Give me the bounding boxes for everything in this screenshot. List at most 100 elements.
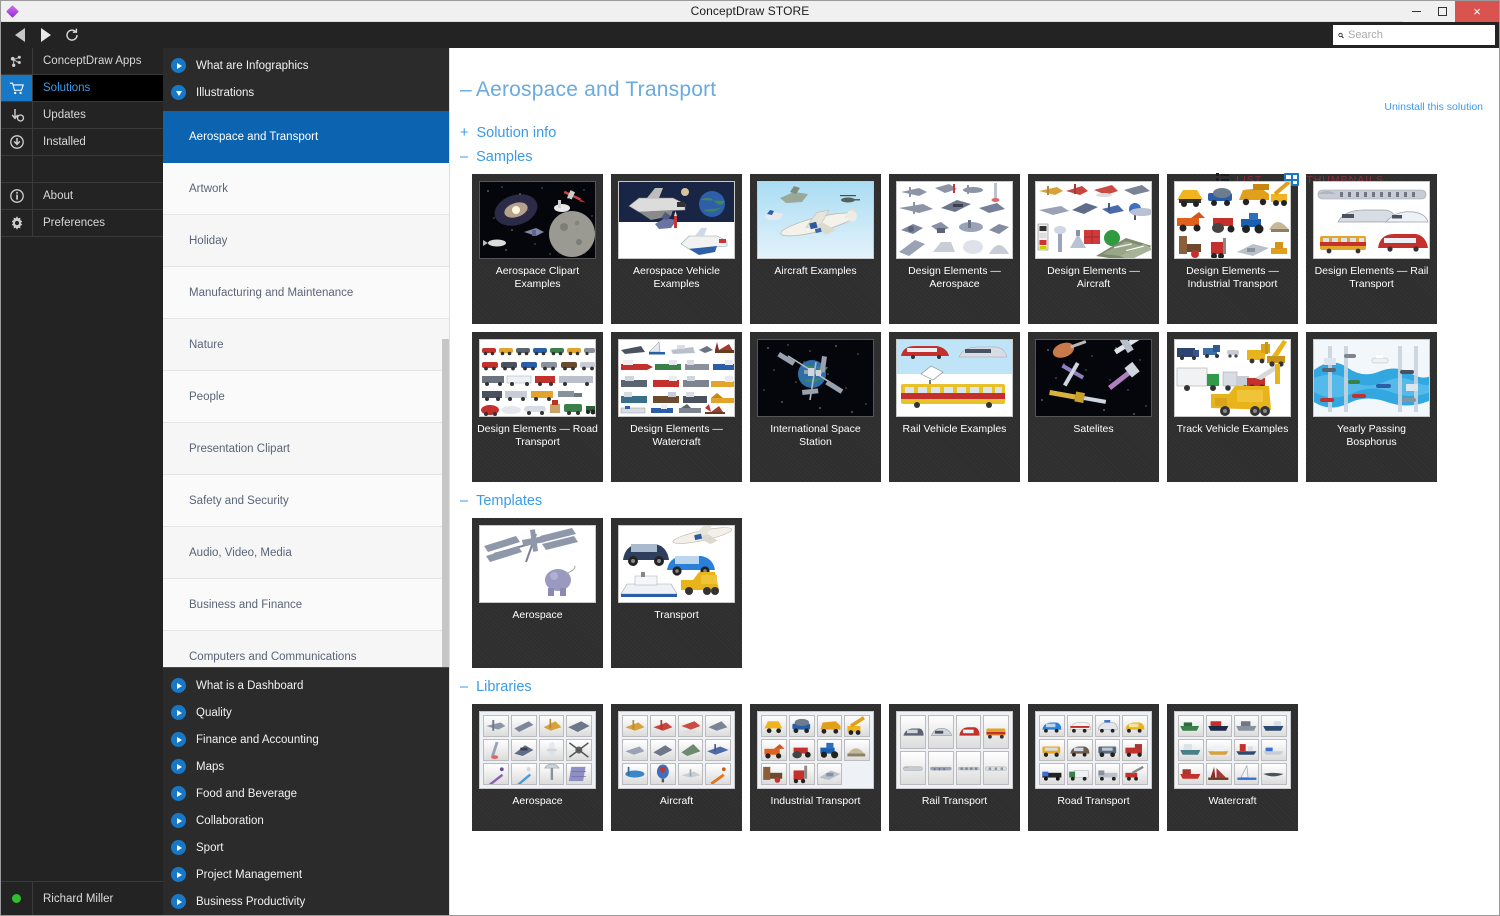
- download-icon: [1, 129, 33, 155]
- search-box[interactable]: [1333, 25, 1495, 45]
- sidebar-item-manufacturing-and-maintenance[interactable]: Manufacturing and Maintenance: [163, 267, 449, 319]
- solutions-list-scrollbar[interactable]: [442, 339, 449, 667]
- expand-sign[interactable]: +: [460, 125, 468, 141]
- sample-label: Aerospace Clipart Examples: [477, 265, 599, 290]
- section-templates[interactable]: –Templates: [450, 493, 1499, 509]
- sample-thumbnail: [1174, 181, 1291, 259]
- sample-card[interactable]: Track Vehicle Examples: [1167, 332, 1298, 482]
- sidebar-item-nature[interactable]: Nature: [163, 319, 449, 371]
- library-card[interactable]: Aircraft: [611, 704, 742, 831]
- sidebar-item-aerospace-and-transport[interactable]: Aerospace and Transport: [163, 111, 449, 163]
- sidebar-item-safety-and-security[interactable]: Safety and Security: [163, 475, 449, 527]
- template-thumbnail: [479, 525, 596, 603]
- sidebar-item-installed[interactable]: Installed: [1, 129, 163, 156]
- sample-card[interactable]: International Space Station: [750, 332, 881, 482]
- library-card[interactable]: Aerospace: [472, 704, 603, 831]
- collapse-sign[interactable]: –: [460, 493, 468, 509]
- sample-label: Satelites: [1033, 423, 1155, 436]
- sidebar-item-people[interactable]: People: [163, 371, 449, 423]
- library-card[interactable]: Rail Transport: [889, 704, 1020, 831]
- section-libraries[interactable]: –Libraries: [450, 679, 1499, 695]
- solutions-group-maps[interactable]: Maps: [163, 753, 449, 780]
- solutions-group-collaboration[interactable]: Collaboration: [163, 807, 449, 834]
- uninstall-solution-link[interactable]: Uninstall this solution: [1384, 101, 1483, 113]
- sample-card[interactable]: Design Elements — Rail Transport: [1306, 174, 1437, 324]
- chevron-right-icon: [171, 813, 186, 828]
- sample-thumbnail: [479, 181, 596, 259]
- sample-card[interactable]: Aerospace Clipart Examples: [472, 174, 603, 324]
- sidebar-item-solutions[interactable]: Solutions: [1, 75, 163, 102]
- template-card[interactable]: Aerospace: [472, 518, 603, 668]
- forward-button[interactable]: [33, 22, 59, 48]
- templates-grid: Aerospace: [450, 509, 1499, 668]
- sidebar-label: About: [33, 183, 73, 209]
- section-samples[interactable]: –Samples: [450, 149, 1499, 165]
- solutions-group-label: Quality: [196, 707, 232, 719]
- sidebar-item-computers-and-communications[interactable]: Computers and Communications: [163, 631, 449, 667]
- library-thumbnail: [479, 711, 596, 789]
- title-bar: ConceptDraw STORE ×: [1, 1, 1499, 22]
- search-input[interactable]: [1348, 29, 1490, 41]
- library-card[interactable]: Industrial Transport: [750, 704, 881, 831]
- sidebar-item-preferences[interactable]: Preferences: [1, 210, 163, 237]
- sample-card[interactable]: Design Elements — Watercraft: [611, 332, 742, 482]
- solutions-group-finance-and-accounting[interactable]: Finance and Accounting: [163, 726, 449, 753]
- sample-card[interactable]: Rail Vehicle Examples: [889, 332, 1020, 482]
- sidebar-item-holiday[interactable]: Holiday: [163, 215, 449, 267]
- solutions-group-what-are-infographics[interactable]: What are Infographics: [163, 52, 449, 79]
- navigation-toolbar: [1, 22, 1499, 48]
- left-navigation-pane: ConceptDraw Apps Solutions: [1, 48, 163, 915]
- solutions-group-what-is-a-dashboard[interactable]: What is a Dashboard: [163, 672, 449, 699]
- library-thumbnail: [618, 711, 735, 789]
- collapse-sign[interactable]: –: [460, 679, 468, 695]
- close-button[interactable]: ×: [1455, 1, 1499, 22]
- cart-icon: [1, 75, 33, 101]
- sidebar-label: Solutions: [33, 75, 90, 101]
- solutions-group-label: Collaboration: [196, 815, 264, 827]
- maximize-button[interactable]: [1429, 1, 1455, 22]
- solutions-group-quality[interactable]: Quality: [163, 699, 449, 726]
- collapse-sign[interactable]: –: [460, 149, 468, 165]
- back-arrow-icon: [15, 28, 25, 42]
- solutions-group-project-management[interactable]: Project Management: [163, 861, 449, 888]
- template-card[interactable]: Transport: [611, 518, 742, 668]
- library-thumbnail: [1035, 711, 1152, 789]
- solutions-group-food-and-beverage[interactable]: Food and Beverage: [163, 780, 449, 807]
- sample-card[interactable]: Design Elements — Aircraft: [1028, 174, 1159, 324]
- sidebar-item-about[interactable]: About: [1, 183, 163, 210]
- sample-card[interactable]: Design Elements — Road Transport: [472, 332, 603, 482]
- page-title: –Aerospace and Transport: [450, 48, 1499, 102]
- collapse-sign[interactable]: –: [460, 78, 472, 101]
- sample-card[interactable]: Design Elements — Aerospace: [889, 174, 1020, 324]
- sample-card[interactable]: Design Elements — Industrial Transport: [1167, 174, 1298, 324]
- sample-card[interactable]: Satelites: [1028, 332, 1159, 482]
- sidebar-item-artwork[interactable]: Artwork: [163, 163, 449, 215]
- library-thumbnail: [1174, 711, 1291, 789]
- sidebar-item-conceptdraw-apps[interactable]: ConceptDraw Apps: [1, 48, 163, 75]
- solutions-group-business-productivity[interactable]: Business Productivity: [163, 888, 449, 915]
- sidebar-item-audio-video-media[interactable]: Audio, Video, Media: [163, 527, 449, 579]
- page-title-text: Aerospace and Transport: [476, 78, 716, 101]
- back-button[interactable]: [7, 22, 33, 48]
- sidebar-separator-row: [1, 156, 163, 183]
- solutions-list[interactable]: Aerospace and Transport Artwork Holiday …: [163, 111, 449, 667]
- chevron-right-icon: [171, 867, 186, 882]
- library-card[interactable]: Watercraft: [1167, 704, 1298, 831]
- sidebar-item-business-and-finance[interactable]: Business and Finance: [163, 579, 449, 631]
- sample-card[interactable]: Yearly Passing Bosphorus: [1306, 332, 1437, 482]
- section-solution-info[interactable]: + Solution info: [450, 125, 1499, 141]
- sidebar-item-presentation-clipart[interactable]: Presentation Clipart: [163, 423, 449, 475]
- sidebar-item-updates[interactable]: Updates: [1, 102, 163, 129]
- solutions-group-illustrations[interactable]: Illustrations: [163, 79, 449, 106]
- refresh-icon: [64, 27, 80, 43]
- sample-thumbnail: [1313, 339, 1430, 417]
- solutions-group-sport[interactable]: Sport: [163, 834, 449, 861]
- library-card[interactable]: Road Transport: [1028, 704, 1159, 831]
- sample-card[interactable]: Aircraft Examples: [750, 174, 881, 324]
- main-content: Uninstall this solution –Aerospace and T…: [449, 48, 1499, 915]
- refresh-button[interactable]: [59, 22, 85, 48]
- minimize-button[interactable]: [1403, 1, 1429, 22]
- section-label: Solution info: [476, 125, 556, 141]
- sample-card[interactable]: Aerospace Vehicle Examples: [611, 174, 742, 324]
- sample-thumbnail: [757, 181, 874, 259]
